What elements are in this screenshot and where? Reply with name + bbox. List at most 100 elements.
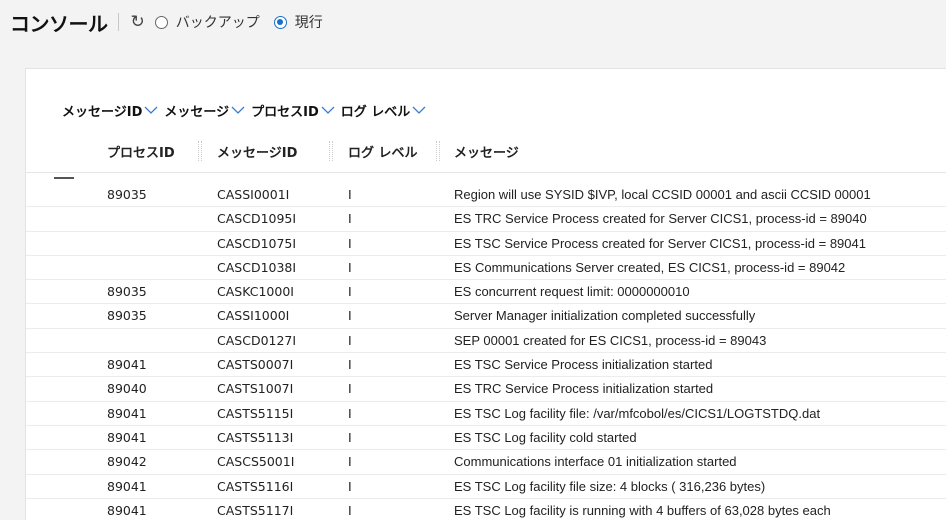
table-row[interactable]: 89035 CASSI0001I I Region will use SYSID $I… (26, 183, 946, 208)
cell-message: ES TSC Log facility cold started (454, 429, 637, 445)
table-row[interactable]: CASCD1038I I ES Communications Server crea… (26, 256, 946, 281)
cell-log-level: I (348, 357, 352, 373)
cell-message-id: CASCD1075I (217, 235, 297, 251)
chevron-down-icon (412, 106, 426, 114)
table-row[interactable]: 89035 CASSI1000I I Server Manager initializ… (26, 304, 946, 329)
collapse-indicator[interactable] (54, 177, 74, 179)
cell-process-id: 89041 (107, 429, 147, 445)
group-item-process-id[interactable]: プロセスID (251, 101, 335, 120)
group-item-message-id[interactable]: メッセージID (62, 101, 158, 120)
header-divider (117, 13, 119, 31)
header-bar: コンソール ↻ バックアップ 現行 (0, 0, 946, 44)
cell-message: ES TSC Log facility file size: 4 blocks … (454, 478, 766, 494)
cell-log-level: I (348, 478, 352, 494)
cell-message-id: CASCD1095I (217, 211, 297, 227)
cell-process-id: 89035 (107, 308, 147, 324)
column-header-process-id[interactable]: プロセスID (107, 129, 175, 173)
cell-log-level: I (348, 502, 352, 518)
table-row[interactable]: CASCD1075I I ES TSC Service Process create… (26, 232, 946, 256)
cell-process-id: 89035 (107, 187, 147, 202)
cell-message: ES Communications Server created, ES CIC… (454, 259, 846, 275)
group-item-message[interactable]: メッセージ (164, 101, 245, 120)
cell-message-id: CASCD0127I (217, 332, 297, 348)
table-body: 89035 CASSI0001I I Region will use SYSID $I… (26, 183, 946, 520)
cell-message-id: CASTS0007I (217, 357, 294, 373)
cell-log-level: I (348, 187, 352, 202)
chevron-down-icon (231, 106, 245, 114)
cell-message-id: CASSI1000I (217, 308, 290, 324)
column-header-log-level[interactable]: ログ レベル (348, 129, 418, 173)
cell-log-level: I (348, 381, 352, 397)
cell-process-id: 89041 (107, 405, 147, 421)
cell-log-level: I (348, 332, 352, 348)
column-resize-handle[interactable] (436, 141, 440, 161)
table-row[interactable]: 89042 CASCS5001I I Communications interface… (26, 450, 946, 475)
group-item-log-level[interactable]: ログ レベル (341, 101, 427, 120)
radio-backup-label: バックアップ (175, 15, 260, 31)
column-resize-handle[interactable] (198, 141, 202, 161)
chevron-down-icon (144, 106, 158, 114)
table-row[interactable]: 89041 CASTS5113I I ES TSC Log facility cold… (26, 426, 946, 451)
cell-process-id: 89040 (107, 381, 147, 397)
cell-process-id: 89035 (107, 284, 147, 300)
table-header: プロセスID メッセージID ログ レベル メッセージ (26, 129, 946, 173)
cell-log-level: I (348, 259, 352, 275)
table-row[interactable]: CASCD0127I I SEP 00001 created for ES CICS… (26, 329, 946, 354)
radio-current[interactable]: 現行 (273, 12, 323, 32)
group-label: プロセスID (251, 104, 319, 120)
radio-backup[interactable]: バックアップ (154, 12, 260, 32)
cell-log-level: I (348, 454, 352, 470)
cell-message-id: CASTS5115I (217, 405, 294, 421)
cell-message: Server Manager initialization completed … (454, 308, 756, 324)
cell-message-id: CASTS5116I (217, 478, 294, 494)
console-panel: メッセージID メッセージ プロセスID ログ レベル プロセスID メッセージ… (25, 68, 946, 520)
cell-log-level: I (348, 405, 352, 421)
table-row[interactable]: 89041 CASTS5115I I ES TSC Log facility file… (26, 402, 946, 426)
cell-message-id: CASTS1007I (217, 381, 294, 397)
table-row[interactable]: 89041 CASTS5116I I ES TSC Log facility file… (26, 475, 946, 499)
group-by-bar: メッセージID メッセージ プロセスID ログ レベル (26, 99, 432, 121)
cell-message-id: CASTS5117I (217, 502, 294, 518)
column-header-message-id[interactable]: メッセージID (217, 129, 297, 173)
group-label: メッセージ (164, 104, 230, 120)
cell-message: Communications interface 01 initializati… (454, 454, 737, 470)
cell-log-level: I (348, 235, 352, 251)
cell-process-id: 89041 (107, 357, 147, 373)
table-row[interactable]: 89035 CASKC1000I I ES concurrent request li… (26, 280, 946, 305)
cell-message-id: CASCS5001I (217, 454, 295, 470)
cell-message: ES TRC Service Process initialization st… (454, 381, 714, 397)
column-resize-handle[interactable] (329, 141, 333, 161)
cell-message: SEP 00001 created for ES CICS1, process-… (454, 332, 767, 348)
radio-current-label: 現行 (294, 15, 323, 31)
cell-message: Region will use SYSID $IVP, local CCSID … (454, 187, 871, 202)
radio-checked-icon[interactable] (273, 15, 287, 29)
refresh-icon[interactable]: ↻ (131, 13, 145, 31)
chevron-down-icon (321, 106, 335, 114)
cell-message-id: CASSI0001I (217, 187, 290, 202)
group-label: メッセージID (62, 104, 143, 120)
cell-log-level: I (348, 429, 352, 445)
cell-message-id: CASKC1000I (217, 284, 294, 300)
group-label: ログ レベル (340, 104, 411, 120)
cell-message: ES concurrent request limit: 0000000010 (454, 284, 690, 300)
cell-log-level: I (348, 211, 352, 227)
cell-log-level: I (348, 284, 352, 300)
cell-message: ES TSC Log facility is running with 4 bu… (454, 502, 831, 518)
cell-process-id: 89041 (107, 502, 147, 518)
table-row[interactable]: 89041 CASTS0007I I ES TSC Service Process i… (26, 353, 946, 378)
cell-log-level: I (348, 308, 352, 324)
table-row[interactable]: CASCD1095I I ES TRC Service Process create… (26, 207, 946, 232)
cell-message-id: CASCD1038I (217, 259, 297, 275)
cell-process-id: 89041 (107, 478, 147, 494)
cell-message-id: CASTS5113I (217, 429, 294, 445)
table-row[interactable]: 89040 CASTS1007I I ES TRC Service Process i… (26, 377, 946, 402)
table-row[interactable]: 89041 CASTS5117I I ES TSC Log facility is r… (26, 499, 946, 520)
page-title: コンソール (10, 11, 108, 36)
cell-process-id: 89042 (107, 454, 147, 470)
cell-message: ES TSC Service Process initialization st… (454, 357, 713, 373)
cell-message: ES TSC Service Process created for Serve… (454, 235, 866, 251)
column-header-message[interactable]: メッセージ (454, 129, 519, 173)
radio-circle-icon[interactable] (154, 15, 168, 29)
cell-message: ES TSC Log facility file: /var/mfcobol/e… (454, 405, 821, 421)
cell-message: ES TRC Service Process created for Serve… (454, 211, 867, 227)
